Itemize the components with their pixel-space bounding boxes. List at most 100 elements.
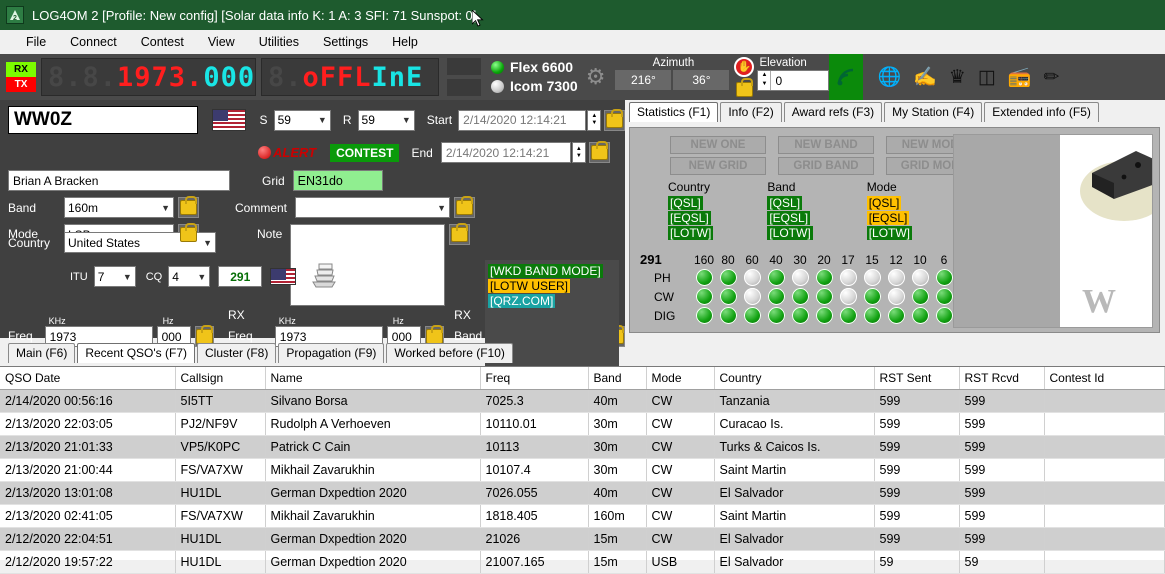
frequency-lcd-display[interactable]: 8. 8. 1973. 000: [41, 58, 256, 96]
elevation-group: Elevation ▲ ▼ 0: [757, 55, 830, 99]
table-cell: 30m: [588, 435, 647, 459]
logbook-stack-icon[interactable]: [310, 260, 338, 293]
new-band-button[interactable]: NEW BAND: [778, 136, 874, 154]
column-header-qso-date[interactable]: QSO Date: [0, 367, 176, 390]
freq-hz-label: Hz: [162, 316, 174, 326]
table-row[interactable]: 2/13/2020 21:01:33 VP5/K0PC Patrick C Cain…: [0, 435, 1165, 459]
column-header-rst-rcvd[interactable]: RST Rcvd: [959, 367, 1045, 390]
table-row[interactable]: 2/12/2020 22:04:51 HU1DL German Dxpedtion …: [0, 527, 1165, 551]
grid-input[interactable]: EN31do: [292, 170, 383, 191]
end-lock-button[interactable]: [588, 141, 610, 163]
band-led-cw-60-off-icon: [743, 288, 761, 305]
rst-rcvd-select[interactable]: 59 ▼: [357, 109, 415, 131]
table-cell: 599: [959, 504, 1045, 528]
table-row[interactable]: 2/12/2020 19:57:22 HU1DL German Dxpedtion …: [0, 550, 1165, 574]
tab-recent-qsos[interactable]: Recent QSO's (F7): [77, 343, 195, 363]
rst-sent-select[interactable]: 59 ▼: [273, 109, 331, 131]
end-datetime-input[interactable]: 2/14/2020 12:14:21: [440, 142, 571, 163]
radio-icon[interactable]: 📻: [1008, 68, 1032, 87]
itu-value: 7: [97, 269, 105, 284]
bottom-tab-strip: Main (F6) Recent QSO's (F7) Cluster (F8)…: [8, 341, 515, 363]
radio-status-lcd-display[interactable]: 8. oFFL InE: [261, 58, 439, 96]
tab-cluster[interactable]: Cluster (F8): [197, 343, 277, 363]
tab-info[interactable]: Info (F2): [720, 102, 782, 122]
tab-award-refs[interactable]: Award refs (F3): [783, 102, 883, 122]
rst-sent-label: S: [259, 113, 268, 127]
band-header-160: 160: [693, 252, 715, 267]
column-header-band[interactable]: Band: [588, 367, 647, 390]
country-label: Country: [8, 235, 51, 250]
menu-contest[interactable]: Contest: [129, 32, 196, 52]
new-one-button[interactable]: NEW ONE: [670, 136, 766, 154]
table-row[interactable]: 2/13/2020 22:03:05 PJ2/NF9V Rudolph A Verh…: [0, 412, 1165, 436]
start-lock-button[interactable]: [604, 108, 625, 131]
tab-worked-before[interactable]: Worked before (F10): [386, 343, 513, 363]
pen-icon[interactable]: ✏: [1043, 68, 1059, 87]
telegraph-key-icon[interactable]: ✍: [913, 68, 937, 87]
led-cell: [740, 307, 764, 324]
rx-tx-indicator: RX TX: [6, 62, 36, 92]
crown-icon[interactable]: ♛: [949, 68, 966, 87]
column-header-country[interactable]: Country: [714, 367, 875, 390]
table-cell: 21007.165: [480, 550, 589, 574]
elevation-spinner-icon[interactable]: ▲ ▼: [758, 71, 772, 90]
table-cell: [1044, 550, 1165, 574]
end-spinner[interactable]: ▲ ▼: [571, 142, 586, 163]
lock-icon[interactable]: [735, 77, 753, 97]
table-cell: 2/13/2020 13:01:08: [0, 481, 176, 505]
tab-statistics[interactable]: Statistics (F1): [629, 102, 719, 122]
start-datetime-value: 2/14/2020 12:14:21: [463, 113, 567, 127]
menu-file[interactable]: File: [14, 32, 58, 52]
start-datetime-input[interactable]: 2/14/2020 12:14:21: [458, 109, 587, 131]
table-cell: CW: [646, 389, 715, 413]
stop-hand-icon[interactable]: ✋: [734, 57, 755, 78]
start-spinner[interactable]: ▲ ▼: [587, 109, 602, 131]
elevation-label: Elevation: [759, 57, 807, 69]
qso-table-container[interactable]: QSO Date Callsign Name Freq Band Mode Country R…: [0, 366, 1165, 574]
table-cell: 599: [959, 389, 1045, 413]
band-lock-button[interactable]: [178, 196, 199, 218]
menu-utilities[interactable]: Utilities: [247, 32, 311, 52]
grid-band-button[interactable]: GRID BAND: [778, 157, 874, 175]
menu-settings[interactable]: Settings: [311, 32, 380, 52]
table-row[interactable]: 2/13/2020 21:00:44 FS/VA7XW Mikhail Zavaru…: [0, 458, 1165, 482]
signal-icon[interactable]: [829, 54, 864, 100]
column-header-rst-sent[interactable]: RST Sent: [874, 367, 960, 390]
contest-badge: CONTEST: [330, 143, 400, 162]
table-cell: Patrick C Cain: [265, 435, 481, 459]
column-header-mode[interactable]: Mode: [646, 367, 715, 390]
tx-label: TX: [6, 77, 36, 92]
globe-icon[interactable]: 🌐: [877, 68, 901, 87]
elevation-stepper[interactable]: ▲ ▼ 0: [757, 70, 830, 91]
tab-propagation[interactable]: Propagation (F9): [278, 343, 385, 363]
menu-connect[interactable]: Connect: [58, 32, 129, 52]
cq-select[interactable]: 4 ▼: [168, 266, 211, 287]
comment-lock-button[interactable]: [454, 196, 476, 218]
tab-my-station[interactable]: My Station (F4): [884, 102, 983, 122]
column-header-freq[interactable]: Freq: [480, 367, 589, 390]
table-row[interactable]: 2/13/2020 02:41:05 FS/VA7XW Mikhail Zavaru…: [0, 504, 1165, 528]
table-row[interactable]: 2/14/2020 00:56:16 5I5TT Silvano Borsa 7025…: [0, 389, 1165, 413]
table-row[interactable]: 2/13/2020 13:01:08 HU1DL German Dxpedtion …: [0, 481, 1165, 505]
comment-select[interactable]: ▼: [295, 197, 451, 218]
callsign-input[interactable]: [8, 106, 198, 134]
lock-icon: [180, 223, 197, 242]
column-header-callsign[interactable]: Callsign: [175, 367, 266, 390]
band-select[interactable]: 160m ▼: [64, 197, 174, 218]
led-cell: [908, 269, 932, 286]
name-input[interactable]: Brian A Bracken: [8, 170, 230, 191]
new-grid-button[interactable]: NEW GRID: [670, 157, 766, 175]
mode-row-label-ph: PH: [654, 270, 671, 285]
tab-extended-info[interactable]: Extended info (F5): [984, 102, 1099, 122]
radio-option-icom[interactable]: Icom 7300: [491, 77, 578, 96]
radio-option-flex[interactable]: Flex 6600: [491, 58, 578, 77]
column-header-name[interactable]: Name: [265, 367, 481, 390]
server-icon[interactable]: ◫: [978, 68, 996, 87]
itu-select[interactable]: 7 ▼: [93, 266, 136, 287]
column-header-contest-id[interactable]: Contest Id: [1044, 367, 1165, 390]
menu-help[interactable]: Help: [380, 32, 430, 52]
menu-view[interactable]: View: [196, 32, 247, 52]
gear-icon[interactable]: ⚙: [586, 66, 606, 88]
note-lock-button[interactable]: [449, 223, 471, 245]
tab-main[interactable]: Main (F6): [8, 343, 76, 363]
